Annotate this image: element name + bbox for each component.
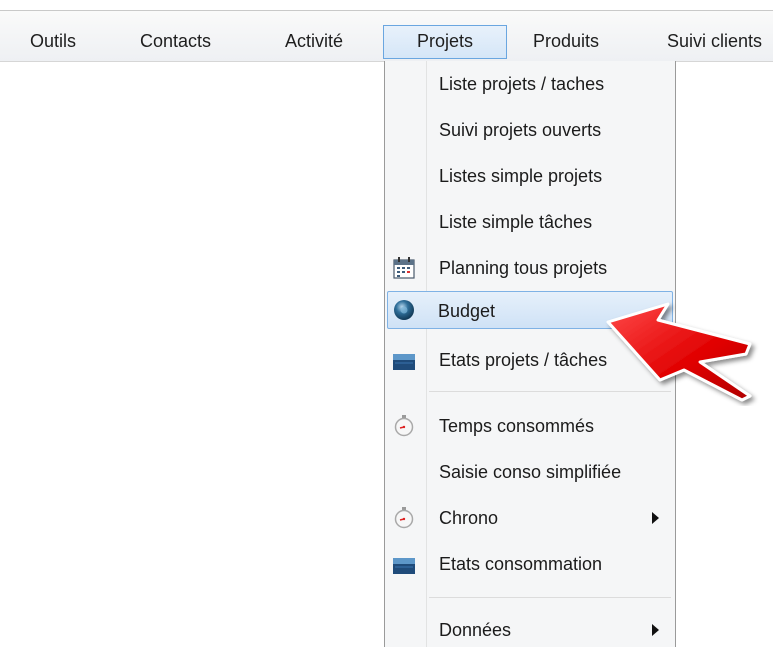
printer-icon — [393, 558, 415, 574]
menu-item-etats-consommation[interactable]: Etats consommation — [387, 545, 673, 583]
menu-item-label: Budget — [438, 301, 496, 321]
menu-item-temps-consommes[interactable]: Temps consommés — [387, 407, 673, 445]
menu-item-saisie-conso-simplifiee[interactable]: Saisie conso simplifiée — [387, 453, 673, 491]
menu-item-label: Etats projets / tâches — [439, 350, 608, 370]
menu-item-label: Planning tous projets — [439, 258, 608, 278]
menu-activite[interactable]: Activité — [285, 25, 343, 57]
stopwatch-icon — [394, 507, 414, 529]
red-pointer-arrow-icon — [606, 302, 752, 402]
menu-item-suivi-projets-ouverts[interactable]: Suivi projets ouverts — [387, 111, 673, 149]
menu-item-label: Saisie conso simplifiée — [439, 462, 622, 482]
menu-item-listes-simple-projets[interactable]: Listes simple projets — [387, 157, 673, 195]
calendar-icon — [393, 257, 415, 279]
submenu-arrow-icon — [652, 512, 659, 524]
menu-item-chrono[interactable]: Chrono — [387, 499, 673, 537]
menu-item-liste-projets-taches[interactable]: Liste projets / taches — [387, 65, 673, 103]
menu-item-label: Données — [439, 620, 512, 640]
printer-icon — [393, 354, 415, 370]
menu-separator — [429, 597, 671, 598]
budget-globe-icon — [394, 300, 414, 320]
submenu-arrow-icon — [652, 624, 659, 636]
menu-item-label: Liste projets / taches — [439, 74, 605, 94]
menu-produits[interactable]: Produits — [533, 25, 599, 57]
menu-item-planning-tous-projets[interactable]: Planning tous projets — [387, 249, 673, 287]
menu-item-label: Listes simple projets — [439, 166, 603, 186]
menu-item-label: Suivi projets ouverts — [439, 120, 602, 140]
menu-item-label: Liste simple tâches — [439, 212, 593, 232]
stopwatch-icon — [394, 415, 414, 437]
menu-projets[interactable]: Projets — [383, 25, 507, 59]
menu-item-label: Etats consommation — [439, 554, 603, 574]
menu-bar: Outils Contacts Activité Projets Produit… — [0, 11, 773, 62]
menu-item-liste-simple-taches[interactable]: Liste simple tâches — [387, 203, 673, 241]
menu-outils[interactable]: Outils — [30, 25, 76, 57]
menu-contacts[interactable]: Contacts — [140, 25, 211, 57]
menu-item-label: Chrono — [439, 508, 499, 528]
menu-item-label: Temps consommés — [439, 416, 595, 436]
menu-item-donnees[interactable]: Données — [387, 611, 673, 647]
menu-suivi-clients[interactable]: Suivi clients — [667, 25, 762, 57]
